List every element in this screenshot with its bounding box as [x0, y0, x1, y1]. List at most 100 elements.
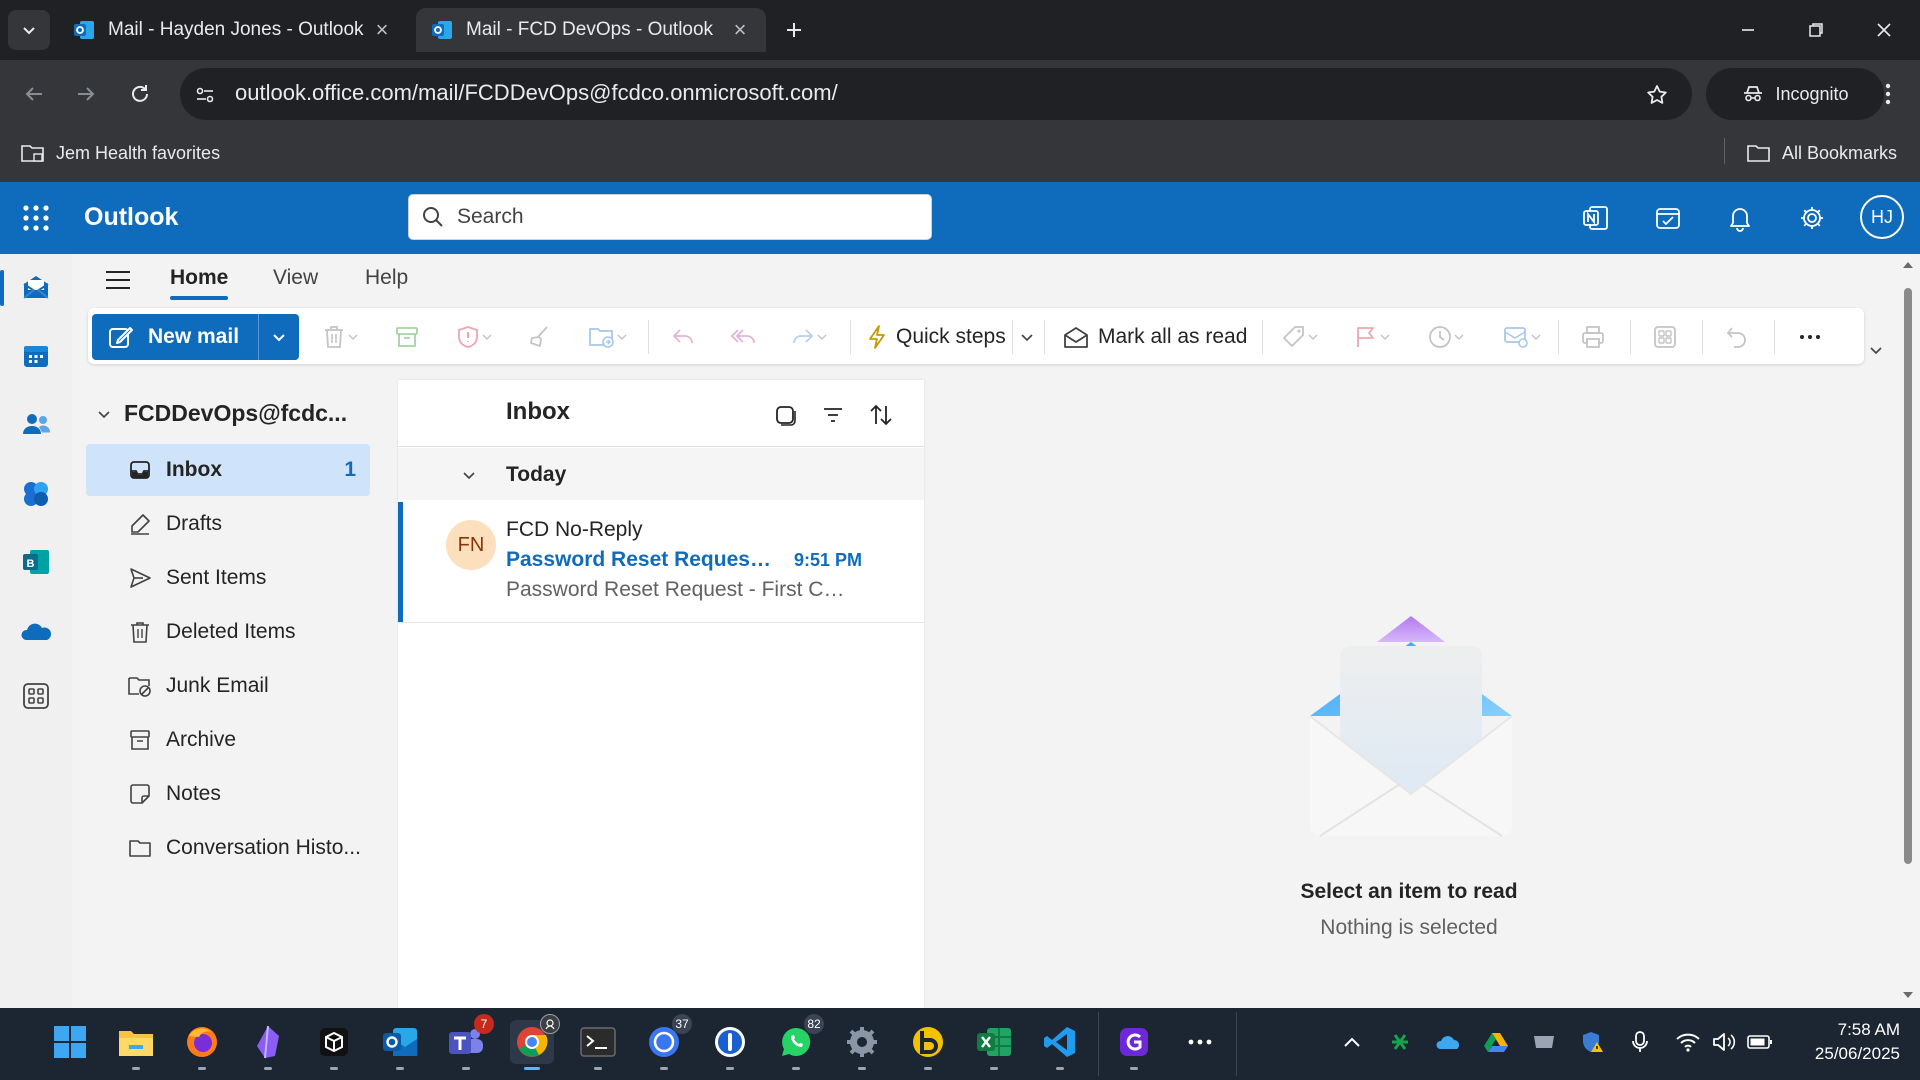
url-text[interactable]: outlook.office.com/mail/FCDDevOps@fcdco.… [235, 80, 838, 106]
close-window-button[interactable] [1850, 0, 1918, 60]
taskbar-settings[interactable] [840, 1020, 884, 1070]
taskbar-teams[interactable]: 7 [444, 1014, 494, 1070]
more-options-button[interactable] [1790, 316, 1830, 358]
taskbar-app-g[interactable] [1112, 1020, 1156, 1070]
browser-tab-active[interactable]: Mail - FCD DevOps - Outlook × [416, 8, 766, 52]
folder-notes[interactable]: Notes [86, 768, 370, 820]
tab-search-button[interactable] [8, 10, 50, 50]
select-mode-button[interactable] [768, 398, 802, 432]
taskbar-excel[interactable] [972, 1020, 1016, 1070]
navigation-toggle-button[interactable] [100, 262, 136, 298]
search-box[interactable] [408, 194, 932, 240]
browser-menu-button[interactable] [1870, 76, 1906, 112]
taskbar-chrome[interactable] [510, 1014, 560, 1070]
tray-google-drive[interactable] [1482, 1028, 1510, 1056]
tab-help[interactable]: Help [365, 266, 408, 290]
rail-more-apps[interactable] [16, 676, 56, 716]
folder-deleted-items[interactable]: Deleted Items [86, 606, 370, 658]
reply-button[interactable] [662, 316, 704, 358]
quick-steps-button[interactable]: Quick steps [858, 316, 1024, 358]
minimize-button[interactable] [1714, 0, 1782, 60]
all-bookmarks-button[interactable]: All Bookmarks [1746, 138, 1897, 168]
filter-button[interactable] [816, 398, 850, 432]
taskbar-outlook[interactable] [378, 1020, 422, 1070]
onenote-feed-button[interactable] [1576, 198, 1616, 238]
notifications-button[interactable] [1720, 198, 1760, 238]
folder-conversation-history[interactable]: Conversation Histo... [86, 822, 370, 874]
folder-inbox[interactable]: Inbox 1 [86, 444, 370, 496]
taskbar-overflow-button[interactable] [1178, 1020, 1222, 1064]
search-input[interactable] [455, 204, 899, 230]
sort-button[interactable] [864, 398, 898, 432]
print-button[interactable] [1572, 316, 1614, 358]
tray-battery[interactable] [1746, 1028, 1774, 1056]
tray-security[interactable] [1578, 1028, 1606, 1056]
move-to-button[interactable] [580, 316, 636, 358]
flag-button[interactable] [1346, 316, 1398, 358]
browser-tab[interactable]: Mail - Hayden Jones - Outlook × [58, 8, 408, 52]
tray-wifi[interactable] [1674, 1028, 1702, 1056]
scroll-up-arrow[interactable] [1903, 262, 1913, 268]
incognito-indicator[interactable]: Incognito [1706, 68, 1884, 120]
tab-view[interactable]: View [273, 266, 318, 290]
my-day-button[interactable] [1648, 198, 1688, 238]
close-icon[interactable]: × [728, 17, 752, 42]
rail-calendar[interactable] [16, 336, 56, 376]
collapse-group-button[interactable] [458, 464, 480, 486]
outlook-brand[interactable]: Outlook [84, 203, 178, 232]
delete-button[interactable] [316, 316, 364, 358]
site-info-icon[interactable] [192, 82, 218, 108]
reply-all-button[interactable] [722, 316, 764, 358]
app-launcher-button[interactable] [18, 200, 54, 236]
restore-button[interactable] [1782, 0, 1850, 60]
rail-onedrive[interactable] [16, 612, 56, 652]
folder-archive[interactable]: Archive [86, 714, 370, 766]
categorize-button[interactable] [1274, 316, 1326, 358]
taskbar-bitwarden-app[interactable] [906, 1020, 950, 1070]
back-button[interactable] [14, 74, 54, 114]
taskbar-signal[interactable]: 37 [642, 1014, 692, 1070]
bookmark-folder-jem-health[interactable]: Jem Health favorites [20, 138, 220, 168]
forward-button[interactable] [66, 74, 106, 114]
rail-mail[interactable] [16, 268, 56, 308]
undo-button[interactable] [1716, 316, 1758, 358]
folder-sent-items[interactable]: Sent Items [86, 552, 370, 604]
rail-people[interactable] [16, 404, 56, 444]
expand-ribbon-button[interactable] [1864, 338, 1888, 362]
scrollbar-thumb[interactable] [1904, 288, 1912, 864]
apps-button[interactable] [1644, 316, 1686, 358]
rules-button[interactable] [1494, 316, 1550, 358]
close-icon[interactable]: × [370, 17, 394, 42]
taskbar-firefox[interactable] [180, 1020, 224, 1070]
taskbar-app-box[interactable] [312, 1020, 356, 1070]
rail-copilot[interactable] [16, 474, 56, 514]
taskbar-1password[interactable] [708, 1020, 752, 1070]
sweep-button[interactable] [518, 316, 560, 358]
reload-button[interactable] [120, 74, 160, 114]
taskbar-whatsapp[interactable]: 82 [774, 1014, 824, 1070]
folder-drafts[interactable]: Drafts [86, 498, 370, 550]
bookmark-star-button[interactable] [1640, 78, 1674, 112]
tray-microphone[interactable] [1626, 1028, 1654, 1056]
new-mail-dropdown[interactable] [258, 314, 299, 360]
mark-all-read-button[interactable]: Mark all as read [1056, 316, 1252, 358]
new-tab-button[interactable] [776, 12, 812, 48]
start-button[interactable] [48, 1020, 92, 1064]
tray-onedrive[interactable] [1434, 1028, 1462, 1056]
tray-app-green[interactable] [1386, 1028, 1414, 1056]
settings-button[interactable] [1792, 198, 1832, 238]
account-header[interactable]: FCDDevOps@fcdc... [96, 400, 347, 427]
taskbar-file-explorer[interactable] [114, 1020, 158, 1070]
tray-app-grey[interactable] [1530, 1028, 1558, 1056]
forward-button[interactable] [780, 316, 838, 358]
report-button[interactable] [448, 316, 500, 358]
folder-junk-email[interactable]: Junk Email [86, 660, 370, 712]
tab-home[interactable]: Home [170, 266, 228, 290]
taskbar-vscode[interactable] [1038, 1020, 1082, 1070]
taskbar-obsidian[interactable] [246, 1020, 290, 1070]
taskbar-terminal[interactable] [576, 1020, 620, 1070]
tray-volume[interactable] [1710, 1028, 1738, 1056]
archive-button[interactable] [386, 316, 428, 358]
rail-bookings[interactable]: B [16, 542, 56, 582]
tray-show-hidden-button[interactable] [1338, 1028, 1366, 1056]
